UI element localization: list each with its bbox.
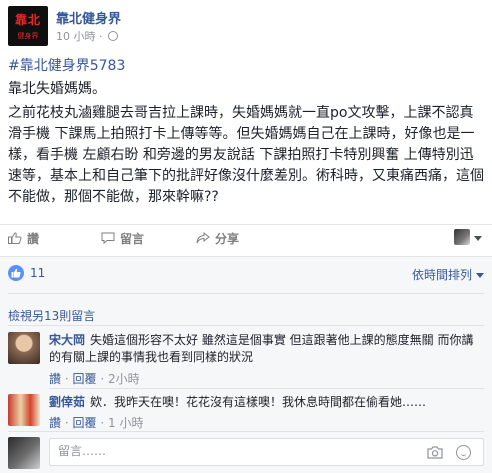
dot-separator: ·	[99, 30, 103, 43]
like-button[interactable]: 讚	[8, 230, 39, 247]
share-label: 分享	[215, 232, 240, 246]
page-logo-subtext: 健身界	[17, 32, 39, 40]
sort-label: 依時間排列	[411, 268, 472, 282]
like-reaction-icon[interactable]	[8, 265, 24, 281]
share-button[interactable]: 分享	[196, 230, 239, 247]
comment-actions: 讚 · 回覆 · 2小時	[49, 370, 140, 387]
view-more-comments-link[interactable]: 檢視另13則留言	[8, 307, 95, 324]
comment-composer	[8, 437, 484, 469]
comment-reply-link[interactable]: 回覆	[73, 372, 97, 386]
globe-icon	[108, 31, 118, 41]
comment-author-link[interactable]: 宋大岡	[49, 333, 85, 347]
post-header: 靠北 健身界 靠北健身界 10 小時 ·	[8, 6, 484, 46]
dot-separator: ·	[64, 372, 69, 386]
page-logo-text: 靠北	[14, 13, 41, 27]
dot-separator: ·	[100, 416, 105, 430]
comment-label: 留言	[120, 232, 145, 246]
comments-area: 11 依時間排列 檢視另13則留言 宋大岡 失婚這個形容不太好 雖然這是個事實 但…	[0, 256, 492, 473]
post-as-avatar[interactable]	[454, 229, 470, 245]
current-user-avatar	[8, 437, 40, 469]
sticker-icon[interactable]	[456, 445, 471, 460]
share-arrow-icon	[196, 232, 210, 244]
comment-reply-link[interactable]: 回覆	[73, 416, 97, 430]
comment-body: 欸．我昨天在噢！花花沒有這樣噢！我休息時間都在偷看她……	[90, 395, 427, 409]
divider	[8, 325, 484, 326]
dot-separator: ·	[64, 416, 69, 430]
post-content: 之前花枝丸滷雞腿去哥吉拉上課時，失婚媽媽就一直po文攻擊，上課不認真 滑手機 下…	[8, 105, 484, 205]
post-time-link[interactable]: 10 小時	[56, 30, 96, 43]
comment-button[interactable]: 留言	[101, 230, 144, 247]
thumbs-up-icon	[11, 268, 21, 278]
post-action-bar: 讚 留言 分享	[0, 224, 492, 250]
divider	[8, 293, 484, 294]
commenter-avatar[interactable]	[8, 394, 40, 426]
comment-text: 劉倖茹 欸．我昨天在噢！花花沒有這樣噢！我休息時間都在偷看她……	[49, 394, 481, 411]
divider	[8, 431, 484, 432]
comment-text: 宋大岡 失婚這個形容不太好 雖然這是個事實 但這跟著他上課的態度無關 而你講的有關…	[49, 332, 481, 366]
chevron-down-icon	[476, 273, 484, 278]
comment-item: 劉倖茹 欸．我昨天在噢！花花沒有這樣噢！我休息時間都在偷看她…… 讚 · 回覆 ·…	[8, 394, 484, 432]
comment-body: 失婚這個形容不太好 雖然這是個事實 但這跟著他上課的態度無關 而你講的有關上課的…	[49, 333, 474, 364]
comment-time-link[interactable]: 1 小時	[108, 416, 143, 430]
comment-actions: 讚 · 回覆 · 1 小時	[49, 414, 143, 431]
page-avatar[interactable]: 靠北 健身界	[8, 6, 48, 46]
comment-input-box[interactable]	[49, 438, 484, 466]
page-name-link[interactable]: 靠北健身界	[56, 8, 121, 27]
comment-like-link[interactable]: 讚	[49, 416, 61, 430]
comment-time-link[interactable]: 2小時	[108, 372, 140, 386]
commenter-avatar[interactable]	[8, 332, 40, 364]
comment-author-link[interactable]: 劉倖茹	[49, 395, 85, 409]
hashtag-link[interactable]: #靠北健身界5783	[8, 56, 486, 77]
post-meta: 10 小時 ·	[56, 28, 118, 44]
dot-separator: ·	[100, 372, 105, 386]
comment-input[interactable]	[58, 444, 388, 458]
thumbs-up-icon	[8, 232, 22, 244]
reaction-summary: 11 依時間排列	[8, 265, 484, 283]
chevron-down-icon[interactable]	[474, 236, 482, 241]
reaction-count[interactable]: 11	[30, 266, 45, 280]
comment-like-link[interactable]: 讚	[49, 372, 61, 386]
comment-sort-dropdown[interactable]: 依時間排列	[412, 266, 484, 283]
speech-bubble-icon	[101, 232, 115, 244]
divider	[49, 388, 484, 389]
like-label: 讚	[27, 232, 40, 246]
camera-icon[interactable]	[427, 446, 443, 459]
post-intro: 靠北失婚媽媽。	[8, 81, 106, 97]
comment-item: 宋大岡 失婚這個形容不太好 雖然這是個事實 但這跟著他上課的態度無關 而你講的有關…	[8, 332, 484, 388]
post-body: #靠北健身界5783 靠北失婚媽媽。 之前花枝丸滷雞腿去哥吉拉上課時，失婚媽媽就…	[8, 56, 486, 208]
